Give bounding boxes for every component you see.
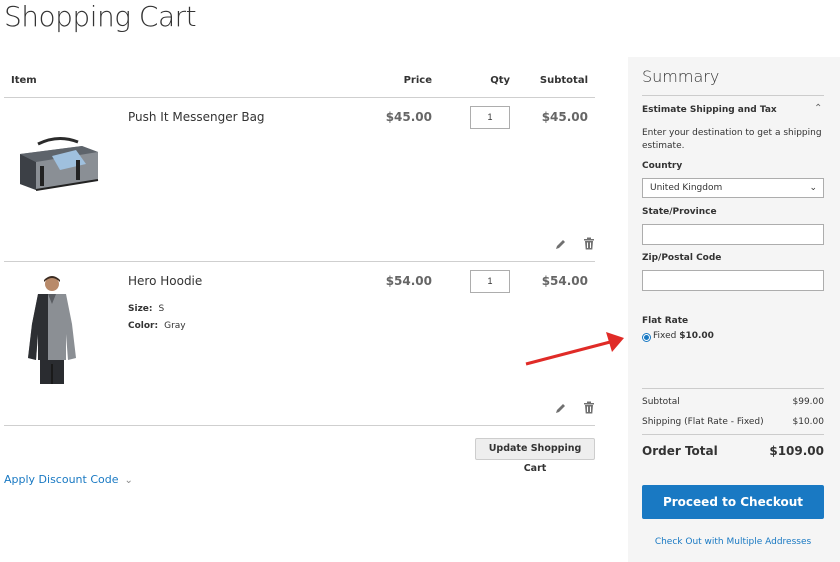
option-label: Color: — [128, 321, 159, 331]
proceed-to-checkout-button[interactable]: Proceed to Checkout — [642, 485, 824, 519]
chevron-up-icon[interactable]: ⌃ — [814, 103, 822, 114]
discount-label: Apply Discount Code — [4, 473, 119, 486]
trash-icon[interactable] — [583, 401, 597, 415]
order-total-divider — [642, 434, 824, 435]
product-name[interactable]: Hero Hoodie — [128, 274, 202, 288]
order-total-value: $109.00 — [769, 444, 824, 458]
zip-label: Zip/Postal Code — [642, 253, 722, 263]
country-select[interactable]: United Kingdom ⌄ — [642, 178, 824, 198]
column-header-price: Price — [403, 75, 432, 86]
country-selected-value: United Kingdom — [650, 183, 723, 193]
shipping-option-label: Fixed — [653, 331, 677, 341]
product-option-color: Color: Gray — [128, 321, 186, 331]
product-image-messenger-bag[interactable] — [16, 136, 100, 196]
summary-title: Summary — [642, 67, 720, 86]
apply-discount-link[interactable]: Apply Discount Code ⌄ — [4, 473, 133, 486]
multi-address-checkout-link[interactable]: Check Out with Multiple Addresses — [628, 537, 838, 547]
shipping-radio[interactable] — [642, 333, 651, 342]
subtotal-value: $99.00 — [792, 397, 825, 407]
trash-icon[interactable] — [583, 237, 597, 251]
product-name[interactable]: Push It Messenger Bag — [128, 110, 265, 124]
shipping-option[interactable]: Fixed $10.00 — [653, 331, 714, 341]
subtotal-label: Subtotal — [642, 397, 680, 407]
header-divider — [4, 97, 595, 98]
country-label: Country — [642, 161, 683, 171]
summary-panel: Summary Estimate Shipping and Tax ⌃ Ente… — [628, 57, 840, 562]
product-price: $54.00 — [385, 274, 432, 288]
edit-pencil-icon[interactable] — [555, 402, 569, 416]
column-header-subtotal: Subtotal — [539, 75, 588, 86]
row-divider — [4, 261, 595, 262]
totals-divider — [642, 388, 824, 389]
product-subtotal: $54.00 — [541, 274, 588, 288]
order-total-label: Order Total — [642, 444, 718, 458]
page-title: Shopping Cart — [4, 0, 197, 33]
shipping-option-price: $10.00 — [679, 331, 714, 341]
product-price: $45.00 — [385, 110, 432, 124]
zip-input[interactable] — [642, 270, 824, 291]
product-image-hero-hoodie[interactable] — [24, 274, 80, 386]
annotation-arrow — [525, 332, 624, 366]
qty-input[interactable]: 1 — [470, 270, 510, 293]
row-divider — [4, 425, 595, 426]
estimate-shipping-toggle[interactable]: Estimate Shipping and Tax — [642, 105, 777, 115]
flat-rate-title: Flat Rate — [642, 316, 689, 326]
option-value: S — [158, 304, 165, 314]
state-label: State/Province — [642, 207, 717, 217]
state-input[interactable] — [642, 224, 824, 245]
column-header-qty: Qty — [490, 75, 510, 86]
shipping-label: Shipping (Flat Rate - Fixed) — [642, 417, 764, 427]
update-cart-button[interactable]: Update Shopping Cart — [475, 438, 595, 474]
qty-input[interactable]: 1 — [470, 106, 510, 129]
summary-divider — [642, 95, 824, 96]
option-value: Gray — [164, 321, 186, 331]
product-subtotal: $45.00 — [541, 110, 588, 124]
estimate-description: Enter your destination to get a shipping… — [642, 128, 822, 151]
shipping-value: $10.00 — [792, 417, 825, 427]
chevron-down-icon: ⌄ — [124, 475, 133, 486]
chevron-down-icon: ⌄ — [809, 183, 817, 193]
edit-pencil-icon[interactable] — [555, 238, 569, 252]
product-option-size: Size: S — [128, 304, 164, 314]
option-label: Size: — [128, 304, 153, 314]
column-header-item: Item — [11, 75, 37, 86]
